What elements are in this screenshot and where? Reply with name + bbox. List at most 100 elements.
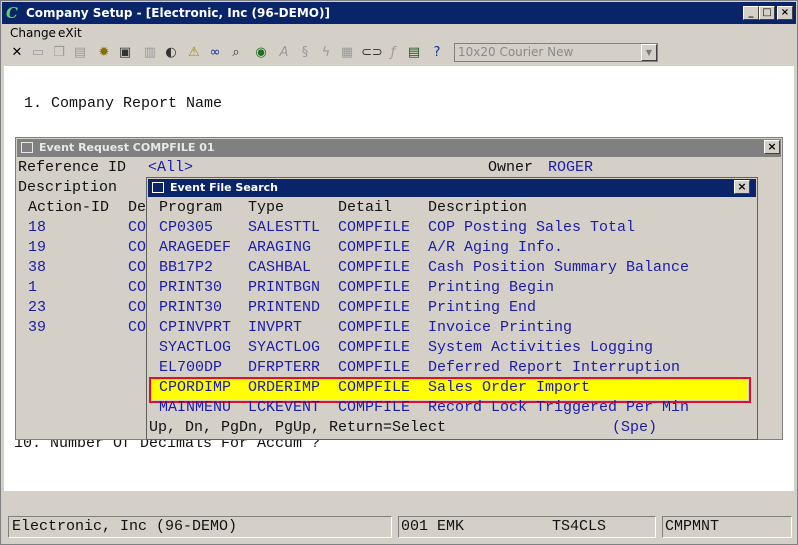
search-row-type: DFRPTERR (248, 359, 321, 376)
status-user: 001 EMK (398, 516, 656, 538)
search-row-program[interactable]: CP0305 (159, 218, 213, 238)
font-select-value: 10x20 Courier New (458, 45, 574, 59)
scroll-icon[interactable]: § (296, 43, 314, 62)
search-row-program[interactable]: EL700DP (159, 358, 222, 378)
event-file-search-title-bar: Event File Search (148, 179, 756, 197)
description-header: Description (428, 199, 528, 216)
search-row-description: Invoice Printing (428, 319, 573, 336)
event-file-search-close-icon[interactable]: × (734, 180, 750, 194)
search-row-program[interactable]: SYACTLOG (159, 338, 231, 358)
search-row-detail: COMPFILE (338, 279, 411, 296)
owner-label: Owner (488, 159, 534, 176)
event-file-search-title: Event File Search (170, 181, 278, 194)
field-company-report-name[interactable]: 1. Company Report Name (24, 94, 222, 114)
title-bar: C Company Setup - [Electronic, Inc (96-D… (2, 2, 796, 24)
calculator-icon[interactable]: ▤ (405, 43, 423, 62)
search-row-program[interactable]: MAINMENU (159, 398, 231, 418)
search-row-description: Cash Position Summary Balance (428, 259, 690, 276)
owner-value[interactable]: ROGER (548, 158, 593, 178)
window-icon (21, 142, 33, 153)
search-row-type: SYACTLOG (248, 339, 321, 356)
speaker-icon[interactable]: ◐ (162, 43, 180, 62)
maximize-button[interactable]: □ (759, 6, 775, 20)
selected-row-program[interactable]: CPORDIMP (159, 378, 231, 398)
close-icon[interactable]: ✕ (8, 43, 26, 62)
app-icon: C (6, 4, 18, 22)
action-row[interactable]: 39 (28, 318, 46, 338)
status-company: Electronic, Inc (96-DEMO) (8, 516, 392, 538)
search-row-description: Deferred Report Interruption (428, 359, 681, 376)
chevron-down-icon[interactable]: ▼ (641, 44, 657, 61)
search-row-type: PRINTBGN (248, 279, 321, 296)
properties-icon[interactable]: ▣ (116, 43, 134, 62)
menu-change[interactable]: Change (10, 26, 56, 40)
action-row[interactable]: 18 (28, 218, 46, 238)
font-select[interactable]: 10x20 Courier New ▼ (454, 43, 658, 62)
action-row[interactable]: 38 (28, 258, 46, 278)
search-row-type: INVPRT (248, 319, 303, 336)
search-row-program[interactable]: PRINT30 (159, 298, 222, 318)
program-header: Program (159, 199, 223, 216)
window-title: Company Setup - [Electronic, Inc (96-DEM… (26, 6, 330, 20)
action-row[interactable]: 19 (28, 238, 46, 258)
action-row-code: CO (128, 239, 147, 256)
selected-row-detail: COMPFILE (338, 379, 411, 396)
event-request-title: Event Request COMPFILE 01 (39, 141, 215, 154)
search-row-type: PRINTEND (248, 299, 321, 316)
action-row-code: CO (128, 299, 147, 316)
minimize-button[interactable]: _ (743, 6, 759, 20)
search-row-description: Printing Begin (428, 279, 555, 296)
action-row-code: CO (128, 319, 147, 336)
copy-icon[interactable]: ❐ (50, 43, 68, 62)
action-row-code: CO (128, 259, 147, 276)
search-row-program[interactable]: ARAGEDEF (159, 238, 231, 258)
reference-id-label: Reference ID (18, 159, 127, 176)
lightning-icon[interactable]: ϟ (317, 43, 335, 62)
selected-row-description: Sales Order Import (428, 379, 591, 396)
image-icon[interactable]: ▦ (338, 43, 356, 62)
search-row-type: CASHBAL (248, 259, 312, 276)
help-pointer-icon[interactable]: ? (428, 43, 446, 62)
action-id-header: Action-ID (28, 199, 110, 216)
search-row-detail: COMPFILE (338, 359, 411, 376)
reference-id-value[interactable]: <All> (148, 158, 193, 178)
new-icon[interactable]: ▭ (29, 43, 47, 62)
script-icon[interactable]: A (275, 43, 293, 62)
event-request-title-bar: Event Request COMPFILE 01 (17, 139, 781, 157)
search-row-description: A/R Aging Info. (428, 239, 564, 256)
action-row[interactable]: 23 (28, 298, 46, 318)
search-row-detail: COMPFILE (338, 259, 411, 276)
detail-header: Detail (338, 199, 393, 216)
settings-icon[interactable]: ✹ (95, 43, 113, 62)
search-row-program[interactable]: CPINVPRT (159, 318, 231, 338)
search-row-program[interactable]: BB17P2 (159, 258, 213, 278)
search-row-detail: COMPFILE (338, 339, 411, 356)
action-row-code: CO (128, 219, 147, 236)
search-row-type: SALESTTL (248, 219, 321, 236)
function-icon[interactable]: ƒ (384, 43, 402, 62)
globe-icon[interactable]: ◉ (252, 43, 270, 62)
bell-icon[interactable]: ⚠ (185, 43, 203, 62)
toolbar: ✕ ▭ ❐ ▤ ✹ ▣ ▥ ◐ ⚠ ∞ ⌕ ◉ A § ϟ ▦ ⊂⊃ ƒ ▤ ?… (2, 42, 796, 64)
menu-exit[interactable]: eXit (58, 26, 82, 40)
status-program: CMPMNT (662, 516, 792, 538)
close-button[interactable]: × (777, 6, 793, 20)
search-row-detail: COMPFILE (338, 239, 411, 256)
search-row-description: COP Posting Sales Total (428, 219, 636, 236)
search-row-detail: COMPFILE (338, 319, 411, 336)
event-request-close-icon[interactable]: × (764, 140, 780, 154)
search-row-detail: COMPFILE (338, 399, 411, 416)
type-header: Type (248, 199, 285, 216)
search-footer-help: Up, Dn, PgDn, PgUp, Return=Select (149, 419, 447, 436)
paste-icon[interactable]: ▤ (71, 43, 89, 62)
action-row[interactable]: 1 (28, 278, 37, 298)
search-row-description: Printing End (428, 299, 537, 316)
status-terminal: TS4CLS (552, 518, 607, 535)
list-icon[interactable]: ▥ (141, 43, 159, 62)
search-row-program[interactable]: PRINT30 (159, 278, 222, 298)
find-icon[interactable]: ⌕ (227, 43, 245, 62)
binoculars-icon[interactable]: ∞ (206, 43, 224, 62)
de-header: De (128, 199, 147, 216)
link-icon[interactable]: ⊂⊃ (361, 43, 383, 62)
search-footer-special: (Spe) (612, 419, 658, 436)
